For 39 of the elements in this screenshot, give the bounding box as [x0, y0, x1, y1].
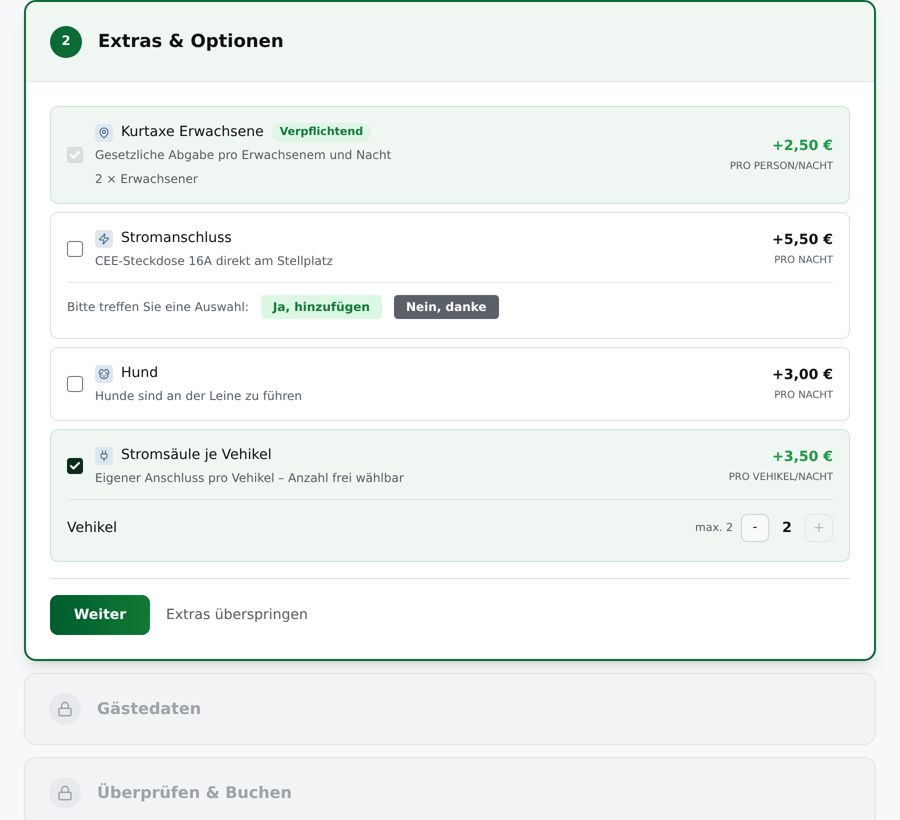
extra-note: 2 × Erwachsener	[95, 171, 199, 188]
extra-price: +2,50 €	[772, 137, 833, 156]
continue-button[interactable]: Weiter	[50, 595, 150, 635]
extra-title: Stromsäule je Vehikel	[121, 446, 272, 465]
dog-icon	[95, 364, 113, 382]
plug-icon	[95, 446, 113, 464]
check-icon	[69, 460, 81, 472]
skip-link[interactable]: Extras überspringen	[166, 604, 308, 626]
counter-value: 2	[781, 518, 793, 538]
accept-button[interactable]: Ja, hinzufügen	[260, 295, 382, 319]
extra-description: Hunde sind an der Leine zu führen	[95, 388, 303, 405]
checkbox[interactable]	[67, 376, 83, 392]
extra-price: +3,50 €	[772, 448, 833, 467]
checkbox[interactable]	[67, 241, 83, 257]
step-title: Extras & Optionen	[98, 30, 284, 54]
checkbox[interactable]	[67, 458, 83, 474]
decrement-button[interactable]: -	[741, 514, 769, 542]
extra-title: Hund	[121, 364, 158, 383]
extra-description: Gesetzliche Abgabe pro Erwachsenem und Nacht	[95, 147, 392, 164]
step-title: Gästedaten	[97, 698, 202, 720]
lightning-icon	[95, 230, 113, 248]
extra-title: Stromanschluss	[121, 229, 232, 248]
extra-title: Kurtaxe Erwachsene	[121, 123, 264, 142]
extra-price: +5,50 €	[772, 231, 833, 250]
price-unit: PRO NACHT	[774, 389, 833, 403]
price-unit: PRO NACHT	[774, 254, 833, 268]
decline-button[interactable]: Nein, danke	[394, 295, 499, 319]
price-unit: PRO VEHIKEL/NACHT	[728, 471, 833, 485]
extra-description: Eigener Anschluss pro Vehikel – Anzahl frei wählbar	[95, 470, 405, 487]
counter-label: Vehikel	[67, 518, 118, 538]
step-number: 2	[50, 26, 82, 58]
choice-prompt: Bitte treffen Sie eine Auswahl:	[67, 299, 249, 316]
extra-price: +3,00 €	[772, 366, 833, 385]
step-title: Überprüfen & Buchen	[97, 782, 292, 804]
map-pin-icon	[95, 124, 113, 142]
extra-description: CEE-Steckdose 16A direkt am Stellplatz	[95, 253, 334, 270]
required-badge: Verpflichtend	[272, 123, 372, 142]
price-unit: PRO PERSON/NACHT	[730, 160, 833, 174]
max-hint: max. 2	[695, 520, 733, 536]
